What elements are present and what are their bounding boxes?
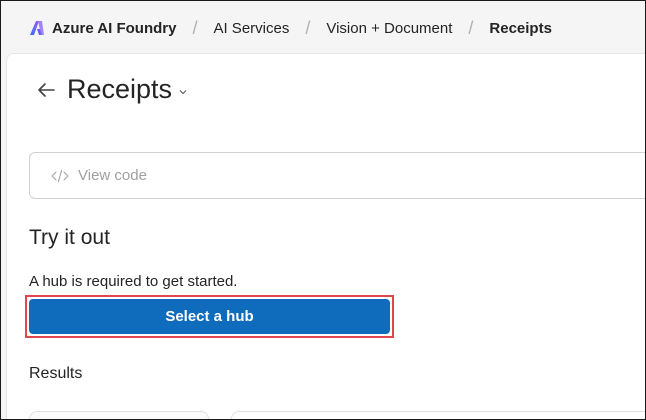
main-panel: Receipts View code Try it out A hub is r… xyxy=(6,53,645,419)
breadcrumb-separator: / xyxy=(192,17,198,38)
breadcrumb-item-current: Receipts xyxy=(489,19,552,37)
results-card xyxy=(231,411,645,419)
code-icon xyxy=(50,169,70,183)
breadcrumb: Azure AI Foundry / AI Services / Vision … xyxy=(2,2,644,54)
app-window: Azure AI Foundry / AI Services / Vision … xyxy=(0,0,646,420)
select-hub-button[interactable]: Select a hub xyxy=(29,299,390,334)
try-it-out-heading: Try it out xyxy=(29,226,110,249)
back-arrow-icon[interactable] xyxy=(35,79,57,101)
results-card xyxy=(29,411,209,419)
hub-required-message: A hub is required to get started. xyxy=(29,273,238,290)
page-header: Receipts xyxy=(35,74,188,105)
page-title: Receipts xyxy=(67,74,173,104)
view-code-label: View code xyxy=(78,167,147,184)
chevron-down-icon[interactable] xyxy=(178,87,188,97)
breadcrumb-item-vision-document[interactable]: Vision + Document xyxy=(326,20,452,37)
breadcrumb-separator: / xyxy=(468,17,474,38)
breadcrumb-separator: / xyxy=(305,17,311,38)
view-code-button[interactable]: View code xyxy=(29,152,645,199)
breadcrumb-item-ai-services[interactable]: AI Services xyxy=(213,20,289,37)
azure-ai-foundry-logo-icon[interactable] xyxy=(28,19,46,37)
results-heading: Results xyxy=(29,365,83,382)
breadcrumb-brand[interactable]: Azure AI Foundry xyxy=(52,20,176,37)
